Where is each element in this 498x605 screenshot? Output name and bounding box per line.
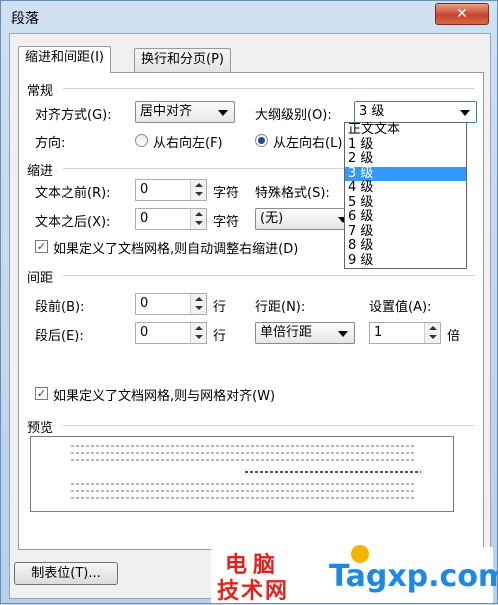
preview-separator	[63, 425, 475, 426]
alignment-label: 对齐方式(G):	[35, 108, 112, 123]
outline-level-option[interactable]: 正文文本	[345, 123, 466, 138]
outline-level-value: 3 级	[359, 104, 385, 119]
spacing-before-input[interactable]: 0	[135, 293, 207, 315]
alignment-value: 居中对齐	[140, 104, 193, 119]
dialog-client: 缩进和间距(I) 换行和分页(P) 常规 对齐方式(G): 居中对齐 大纲级别(…	[9, 33, 491, 599]
indent-separator	[63, 168, 347, 169]
spacing-after-unit: 行	[213, 329, 227, 344]
grid-align-label[interactable]: 如果定义了文档网格,则与网格对齐(W)	[53, 385, 275, 404]
rtl-radio[interactable]	[135, 134, 148, 147]
indent-after-label: 文本之后(X):	[35, 215, 111, 230]
spin-up-icon[interactable]	[195, 326, 203, 330]
spin-up-icon[interactable]	[195, 183, 203, 187]
paragraph-preview	[30, 436, 454, 512]
indent-after-input[interactable]: 0	[135, 208, 207, 230]
chevron-down-icon	[218, 110, 228, 116]
preview-line	[71, 490, 415, 492]
line-spacing-label: 行距(N):	[255, 300, 306, 315]
spacing-before-spinner[interactable]	[190, 294, 206, 314]
outline-level-option[interactable]: 8 级	[345, 239, 466, 254]
general-heading: 常规	[27, 80, 58, 99]
outline-level-option[interactable]: 2 级	[345, 152, 466, 167]
watermark-text-bottom: 技术网	[217, 579, 290, 604]
tab-indent-spacing[interactable]: 缩进和间距(I)	[18, 46, 111, 73]
tab-line-page-breaks[interactable]: 换行和分页(P)	[134, 48, 231, 72]
outline-level-option[interactable]: 1 级	[345, 137, 466, 153]
outline-level-select[interactable]: 3 级	[354, 101, 477, 123]
watermark-site: Tagxp.com	[329, 559, 498, 594]
indent-before-value: 0	[140, 182, 149, 197]
spacing-after-label: 段后(E):	[35, 329, 84, 344]
outline-level-option[interactable]: 7 级	[345, 224, 466, 240]
spin-up-icon[interactable]	[195, 297, 203, 301]
special-format-value: (无)	[260, 211, 284, 226]
dialog-title: 段落	[11, 11, 39, 27]
auto-adjust-label[interactable]: 如果定义了文档网格,则自动调整右缩进(D)	[53, 238, 298, 257]
preview-line	[71, 459, 415, 461]
outline-level-option[interactable]: 5 级	[345, 195, 466, 211]
spacing-after-input[interactable]: 0	[135, 322, 207, 344]
outline-level-option[interactable]: 6 级	[345, 210, 466, 225]
setting-value-spinner[interactable]	[424, 323, 440, 343]
outline-level-options: 正文文本 1 级2 级3 级4 级5 级6 级7 级8 级9 级	[345, 123, 466, 268]
line-spacing-select[interactable]: 单倍行距	[255, 322, 355, 344]
spacing-before-label: 段前(B):	[35, 300, 85, 315]
special-format-label: 特殊格式(S):	[255, 186, 330, 201]
preview-line	[71, 497, 415, 499]
general-separator	[63, 88, 475, 89]
tab-stops-button[interactable]: 制表位(T)...	[14, 562, 118, 585]
outline-level-label: 大纲级别(O):	[255, 108, 332, 123]
ltr-radio[interactable]	[255, 134, 268, 147]
indent-heading: 缩进	[27, 160, 58, 179]
spacing-after-spinner[interactable]	[190, 323, 206, 343]
outline-level-dropdown[interactable]: 正文文本 1 级2 级3 级4 级5 级6 级7 级8 级9 级	[344, 122, 467, 269]
spin-up-icon[interactable]	[429, 326, 437, 330]
spin-down-icon[interactable]	[429, 335, 437, 339]
outline-level-option[interactable]: 3 级	[345, 166, 466, 181]
indent-after-spinner[interactable]	[190, 209, 206, 229]
direction-label: 方向:	[35, 136, 66, 151]
rtl-label[interactable]: 从右向左(F)	[153, 132, 223, 151]
special-format-select[interactable]: (无)	[255, 208, 355, 230]
auto-adjust-checkbox[interactable]: ✓	[35, 240, 48, 253]
indent-before-input[interactable]: 0	[135, 179, 207, 201]
paragraph-dialog: 段落 ✕ 缩进和间距(I) 换行和分页(P) 常规 对齐方式(G): 居中对齐 …	[0, 0, 498, 604]
preview-line	[245, 471, 421, 473]
grid-align-checkbox[interactable]: ✓	[35, 387, 48, 400]
preview-heading: 预览	[27, 417, 58, 436]
spin-down-icon[interactable]	[195, 306, 203, 310]
setting-value-input[interactable]: 1	[369, 322, 441, 344]
spin-down-icon[interactable]	[195, 221, 203, 225]
spacing-separator	[63, 275, 475, 276]
indent-before-spinner[interactable]	[190, 180, 206, 200]
spin-up-icon[interactable]	[195, 212, 203, 216]
spin-down-icon[interactable]	[195, 192, 203, 196]
preview-line	[71, 483, 415, 485]
indent-before-label: 文本之前(R):	[35, 186, 111, 201]
line-spacing-value: 单倍行距	[260, 325, 313, 340]
title-bar[interactable]: 段落 ✕	[1, 1, 497, 33]
spacing-heading: 间距	[27, 267, 58, 286]
chevron-down-icon	[338, 331, 348, 337]
setting-value-unit: 倍	[447, 329, 461, 344]
spacing-before-value: 0	[140, 296, 149, 311]
spacing-after-value: 0	[140, 325, 149, 340]
setting-value-label: 设置值(A):	[369, 300, 432, 315]
preview-line	[71, 445, 415, 447]
chevron-down-icon	[460, 110, 470, 116]
preview-line	[71, 452, 415, 454]
watermark: 电脑 技术网 Tagxp.com	[211, 545, 498, 604]
setting-value: 1	[374, 325, 383, 340]
indent-after-value: 0	[140, 211, 149, 226]
close-button[interactable]: ✕	[435, 3, 489, 25]
spacing-before-unit: 行	[213, 300, 227, 315]
alignment-select[interactable]: 居中对齐	[135, 101, 235, 123]
outline-level-option[interactable]: 9 级	[345, 253, 466, 269]
spin-down-icon[interactable]	[195, 335, 203, 339]
ltr-label[interactable]: 从左向右(L)	[273, 132, 342, 151]
indent-before-unit: 字符	[213, 186, 240, 201]
outline-level-option[interactable]: 4 级	[345, 181, 466, 196]
indent-after-unit: 字符	[213, 215, 240, 230]
